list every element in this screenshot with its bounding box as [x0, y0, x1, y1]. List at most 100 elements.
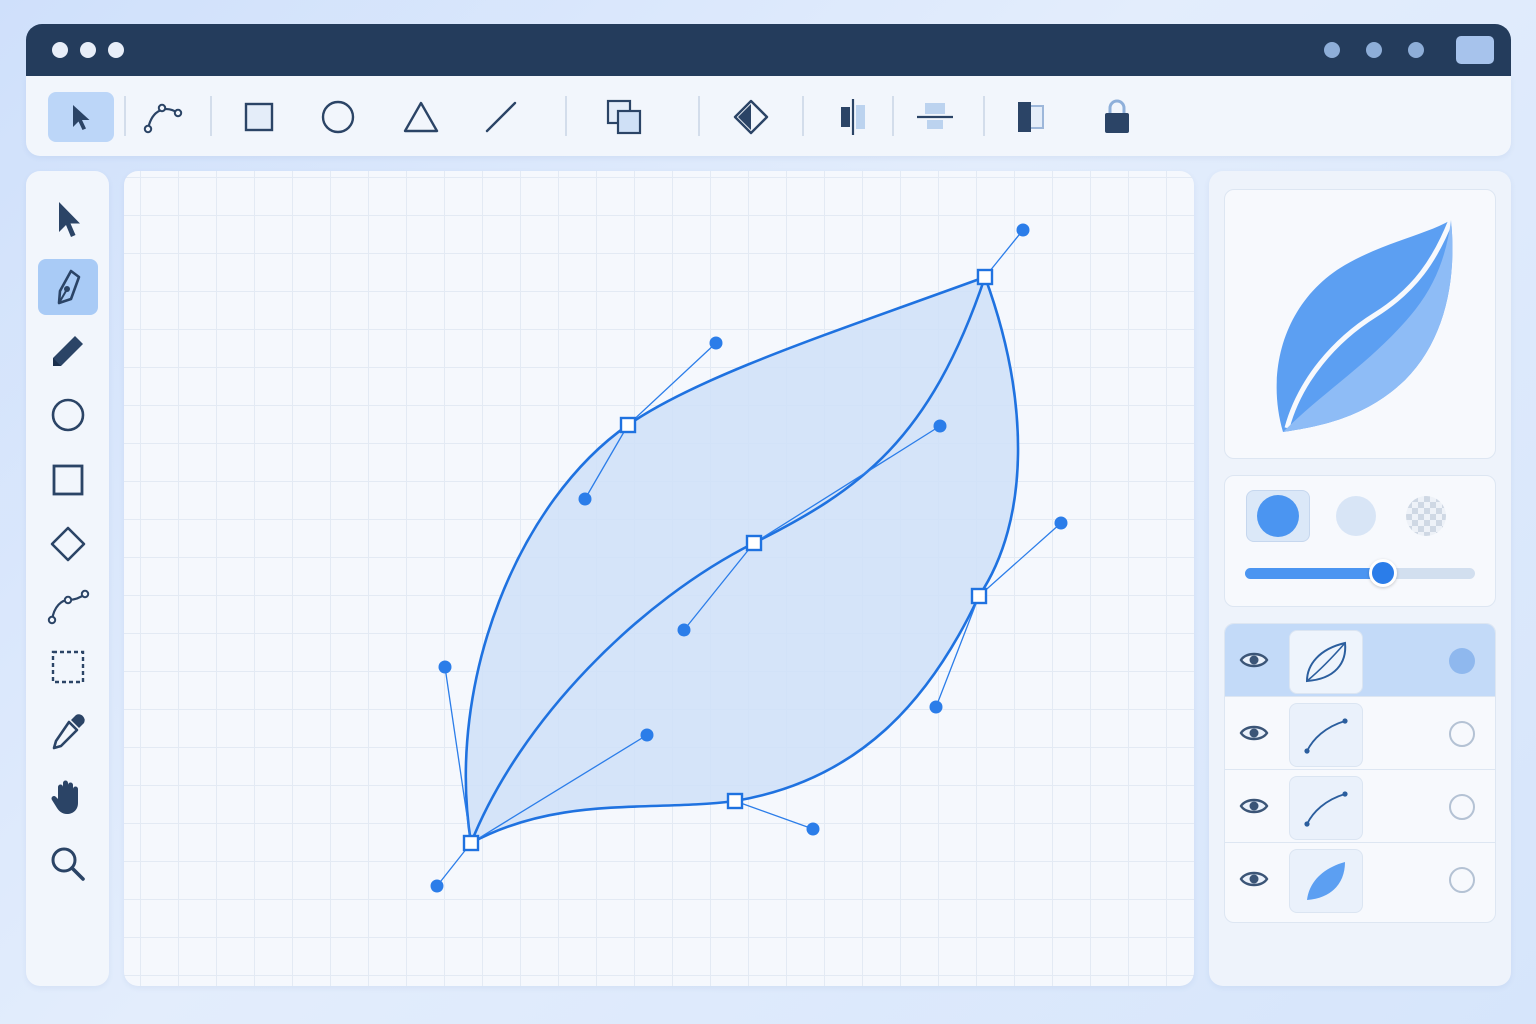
layer-select-radio[interactable] [1449, 794, 1475, 820]
titlebar-dot-2[interactable] [1366, 42, 1382, 58]
drawing-canvas[interactable] [124, 171, 1194, 986]
anchor-point[interactable] [976, 268, 994, 286]
curve-path-icon [1304, 718, 1348, 754]
flip-diamond-icon [733, 99, 769, 135]
control-handle[interactable] [1016, 223, 1030, 237]
tool-node[interactable] [38, 579, 98, 635]
eye-icon[interactable] [1239, 867, 1269, 891]
tool-diamond[interactable] [38, 516, 98, 572]
magnifier-icon [51, 847, 85, 881]
layer-thumbnail [1289, 630, 1363, 694]
pencil-icon [53, 336, 83, 366]
control-handle[interactable] [806, 822, 820, 836]
toolbar-separator [565, 96, 567, 136]
toolbar-lock-button[interactable] [1084, 92, 1150, 142]
tool-rectangle[interactable] [38, 452, 98, 508]
align-center-horizontal-icon [841, 99, 865, 135]
toolbar-ellipse-button[interactable] [305, 92, 371, 142]
align-center-vertical-icon [917, 103, 953, 129]
anchor-point[interactable] [970, 587, 988, 605]
canvas-artwork[interactable] [124, 171, 1194, 986]
layer-select-radio[interactable] [1449, 721, 1475, 747]
window-panel-toggle-button[interactable] [1456, 36, 1494, 64]
anchor-point[interactable] [726, 792, 744, 810]
bezier-curve-icon [143, 103, 183, 134]
leaf-shape-fill[interactable] [465, 277, 1019, 843]
titlebar-dot-1[interactable] [1324, 42, 1340, 58]
eye-icon[interactable] [1239, 721, 1269, 745]
stroke-color-swatch[interactable] [1330, 490, 1382, 542]
toolbar-combine-button[interactable] [591, 92, 657, 142]
control-handle[interactable] [438, 660, 452, 674]
eye-icon[interactable] [1239, 648, 1269, 672]
transparent-swatch[interactable] [1400, 490, 1452, 542]
eye-icon[interactable] [1239, 794, 1269, 818]
tool-pencil[interactable] [38, 323, 98, 379]
toolbar-line-button[interactable] [468, 92, 534, 142]
shape-preview [1224, 189, 1496, 459]
tool-pen[interactable] [38, 259, 98, 315]
cursor-icon [73, 105, 90, 130]
control-handle[interactable] [430, 879, 444, 893]
curve-path-icon [1304, 791, 1348, 827]
toolbar-select-button[interactable] [48, 92, 114, 142]
square-icon [244, 102, 274, 132]
toolbar-separator [210, 96, 212, 136]
node-path-icon [47, 589, 90, 625]
triangle-icon [403, 101, 439, 133]
lock-icon [1105, 99, 1129, 133]
arrange-front-icon [1018, 102, 1044, 132]
checkerboard-icon [1406, 496, 1446, 536]
toolbar-separator [698, 96, 700, 136]
leaf-filled-icon [1307, 862, 1345, 900]
pen-nib-icon [57, 269, 81, 305]
control-handle[interactable] [677, 623, 691, 637]
fill-color-swatch[interactable] [1246, 490, 1310, 542]
anchor-point[interactable] [619, 416, 637, 434]
layer-row-leaf-filled[interactable] [1225, 843, 1495, 916]
control-handle[interactable] [709, 336, 723, 350]
toolbar-flip-button[interactable] [718, 92, 784, 142]
layer-thumbnail [1289, 703, 1363, 767]
window-close-button[interactable] [52, 42, 68, 58]
toolbar-align-horizontal-button[interactable] [820, 92, 886, 142]
control-handle[interactable] [640, 728, 654, 742]
toolbar-arrange-button[interactable] [998, 92, 1064, 142]
layer-select-radio[interactable] [1449, 648, 1475, 674]
tool-hand[interactable] [38, 769, 98, 825]
layer-thumbnail [1289, 849, 1363, 913]
toolbar-separator [802, 96, 804, 136]
layer-row-leaf-outline[interactable] [1225, 624, 1495, 697]
toolbar-align-vertical-button[interactable] [902, 92, 968, 142]
toolbar-curve-button[interactable] [131, 92, 197, 142]
window-maximize-button[interactable] [108, 42, 124, 58]
layer-select-radio[interactable] [1449, 867, 1475, 893]
layer-thumbnail [1289, 776, 1363, 840]
window-minimize-button[interactable] [80, 42, 96, 58]
tool-select[interactable] [38, 191, 98, 247]
dashed-selection-icon [51, 650, 85, 684]
opacity-slider-thumb[interactable] [1369, 559, 1397, 587]
control-handle[interactable] [929, 700, 943, 714]
anchor-point[interactable] [745, 534, 763, 552]
properties-panel [1209, 171, 1511, 986]
toolbar-rectangle-button[interactable] [226, 92, 292, 142]
tool-zoom[interactable] [38, 836, 98, 892]
opacity-slider-fill [1245, 568, 1383, 579]
layer-row-curve-1[interactable] [1225, 697, 1495, 770]
toolbar-triangle-button[interactable] [388, 92, 454, 142]
control-handle[interactable] [1054, 516, 1068, 530]
control-handle[interactable] [933, 419, 947, 433]
opacity-slider[interactable] [1245, 559, 1475, 587]
circle-icon [51, 398, 85, 432]
layer-row-curve-2[interactable] [1225, 770, 1495, 843]
toolbar-separator [124, 96, 126, 136]
titlebar-dot-3[interactable] [1408, 42, 1424, 58]
tool-eyedropper[interactable] [38, 704, 98, 760]
control-handle[interactable] [578, 492, 592, 506]
overlap-squares-icon [606, 99, 642, 135]
anchor-point[interactable] [462, 834, 480, 852]
tool-marquee[interactable] [38, 639, 98, 695]
tool-ellipse[interactable] [38, 387, 98, 443]
toolbar-separator [983, 96, 985, 136]
